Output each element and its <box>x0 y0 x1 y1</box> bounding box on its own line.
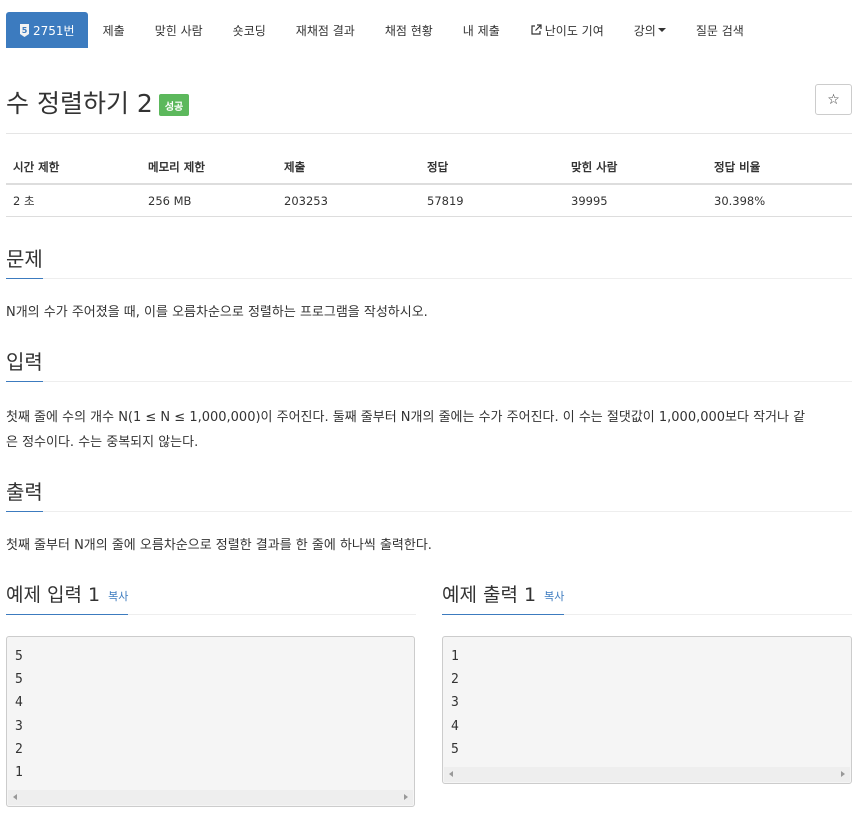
sample-input-data: 5 5 4 3 2 1 <box>15 649 23 781</box>
scroll-left-icon[interactable] <box>449 771 453 777</box>
input-description-line-2: 은 정수이다. 수는 중복되지 않는다. <box>6 435 199 450</box>
problem-nav: 5 2751번 제출 맞힌 사람 숏코딩 재채점 결과 채점 현황 내 제출 난… <box>6 12 759 48</box>
value-accept-ratio: 30.398% <box>707 184 852 217</box>
tab-judge-status[interactable]: 채점 현황 <box>370 12 448 48</box>
input-section-header: 입력 <box>6 346 852 382</box>
title-divider <box>6 133 852 134</box>
sample-input-box[interactable]: 5 5 4 3 2 1 <box>6 636 415 807</box>
sample-output-heading-wrap: 예제 출력 1 복사 <box>442 580 565 615</box>
header-memory-limit: 메모리 제한 <box>141 152 277 185</box>
tab-question-search[interactable]: 질문 검색 <box>681 12 759 48</box>
value-accepted: 57819 <box>420 184 564 217</box>
input-heading: 입력 <box>6 346 43 382</box>
sample-output-data: 1 2 3 4 5 <box>451 649 459 757</box>
header-accepted: 정답 <box>420 152 564 185</box>
sample-input-heading-wrap: 예제 입력 1 복사 <box>6 580 129 615</box>
tab-problem[interactable]: 5 2751번 <box>6 12 88 48</box>
header-solved-users: 맞힌 사람 <box>564 152 707 185</box>
tab-question-search-label: 질문 검색 <box>695 23 744 38</box>
header-accept-ratio: 정답 비율 <box>707 152 852 185</box>
sample-output-heading: 예제 출력 1 <box>442 584 537 606</box>
problem-title-row: 수 정렬하기 2 성공 <box>6 84 190 120</box>
output-description: 첫째 줄부터 N개의 줄에 오름차순으로 정렬한 결과를 한 줄에 하나씩 출력… <box>6 538 432 553</box>
tab-solved-users[interactable]: 맞힌 사람 <box>140 12 218 48</box>
sample-input-heading: 예제 입력 1 <box>6 584 101 606</box>
scroll-right-icon[interactable] <box>841 771 845 777</box>
value-time-limit: 2 초 <box>6 184 141 217</box>
problem-info-table: 시간 제한 메모리 제한 제출 정답 맞힌 사람 정답 비율 2 초 256 M… <box>6 152 852 217</box>
page-title: 수 정렬하기 2 <box>6 89 153 118</box>
tab-judge-status-label: 채점 현황 <box>384 23 433 38</box>
tab-my-submissions-label: 내 제출 <box>462 23 500 38</box>
output-heading: 출력 <box>6 476 43 512</box>
sample-input-scrollbar[interactable] <box>8 790 413 805</box>
external-link-icon <box>531 24 542 35</box>
tab-rejudge-results[interactable]: 재채점 결과 <box>281 12 370 48</box>
sample-input-header: 예제 입력 1 복사 <box>6 580 416 615</box>
tab-lectures-dropdown[interactable]: 강의 <box>619 12 681 48</box>
tab-short-coding[interactable]: 숏코딩 <box>218 12 281 48</box>
tab-problem-label: 2751번 <box>33 23 75 38</box>
copy-sample-input-button[interactable]: 복사 <box>108 590 128 603</box>
info-header-row: 시간 제한 메모리 제한 제출 정답 맞힌 사람 정답 비율 <box>6 152 852 185</box>
problem-heading: 문제 <box>6 243 43 279</box>
tab-submit-label: 제출 <box>102 23 125 38</box>
input-description: 첫째 줄에 수의 개수 N(1 ≤ N ≤ 1,000,000)이 주어진다. … <box>6 405 852 455</box>
scroll-left-icon[interactable] <box>13 794 17 800</box>
copy-sample-output-button[interactable]: 복사 <box>544 590 564 603</box>
tab-short-coding-label: 숏코딩 <box>232 23 266 38</box>
tab-rejudge-results-label: 재채점 결과 <box>295 23 355 38</box>
tier-badge-icon: 5 <box>20 23 29 37</box>
scroll-right-icon[interactable] <box>404 794 408 800</box>
svg-text:5: 5 <box>22 26 28 35</box>
problem-description: N개의 수가 주어졌을 때, 이를 오름차순으로 정렬하는 프로그램을 작성하시… <box>6 305 428 320</box>
sample-output-box[interactable]: 1 2 3 4 5 <box>442 636 852 784</box>
caret-down-icon <box>657 28 666 32</box>
output-section-header: 출력 <box>6 476 852 512</box>
value-submissions: 203253 <box>277 184 420 217</box>
value-memory-limit: 256 MB <box>141 184 277 217</box>
tab-difficulty-contribution-label: 난이도 기여 <box>544 23 604 38</box>
problem-section-header: 문제 <box>6 243 852 279</box>
tab-lectures-label: 강의 <box>633 23 656 38</box>
tab-submit[interactable]: 제출 <box>88 12 140 48</box>
input-description-line-1: 첫째 줄에 수의 개수 N(1 ≤ N ≤ 1,000,000)이 주어진다. … <box>6 410 806 425</box>
status-badge: 성공 <box>158 94 190 116</box>
star-icon: ☆ <box>827 91 840 108</box>
tab-difficulty-contribution[interactable]: 난이도 기여 <box>515 12 619 48</box>
tab-solved-users-label: 맞힌 사람 <box>154 23 203 38</box>
favorite-button[interactable]: ☆ <box>815 84 852 115</box>
tab-my-submissions[interactable]: 내 제출 <box>448 12 515 48</box>
value-solved-users: 39995 <box>564 184 707 217</box>
sample-output-header: 예제 출력 1 복사 <box>442 580 852 615</box>
info-value-row: 2 초 256 MB 203253 57819 39995 30.398% <box>6 184 852 217</box>
header-time-limit: 시간 제한 <box>6 152 141 185</box>
header-submissions: 제출 <box>277 152 420 185</box>
sample-output-scrollbar[interactable] <box>444 767 850 782</box>
